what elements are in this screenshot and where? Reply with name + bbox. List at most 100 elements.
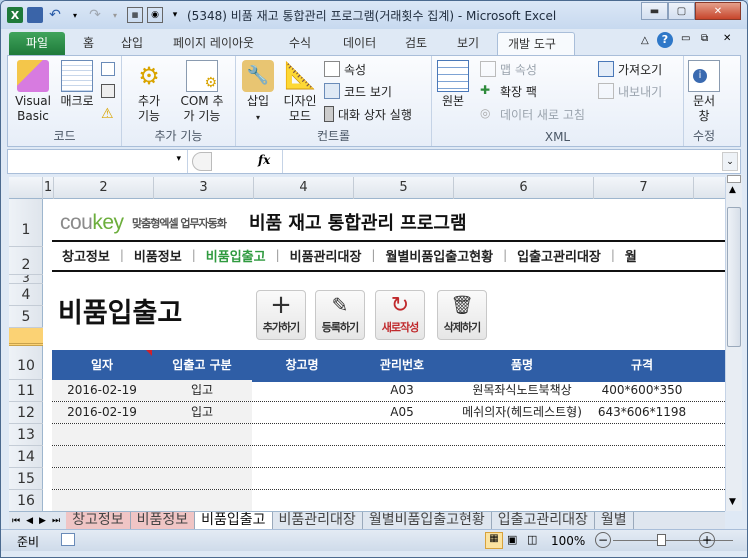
cell-inout-type[interactable] [152, 446, 252, 467]
cell-spec[interactable] [592, 490, 692, 511]
camera-icon[interactable]: ◉ [147, 7, 163, 23]
cell-spec[interactable]: 643*606*1198 [592, 402, 692, 423]
hidden-rows-marker[interactable] [9, 328, 43, 346]
expansion-packs-button[interactable]: ✚ 확장 팩 [480, 81, 537, 101]
column-header[interactable]: 2 [54, 177, 154, 199]
name-box-dropdown-icon[interactable]: ▾ [176, 154, 181, 164]
add-button[interactable]: + 추가하기 [256, 290, 306, 340]
undo-dropdown-icon[interactable]: ▾ [67, 7, 83, 23]
cell-warehouse[interactable] [252, 402, 352, 423]
nav-link-items[interactable]: 비품정보 [124, 246, 192, 265]
tab-file[interactable]: 파일 [9, 32, 65, 55]
nav-link-monthly-2[interactable]: 월 [615, 246, 647, 265]
cell-date[interactable]: 2016-02-19 [52, 380, 152, 401]
sheet-tab-monthly-2[interactable]: 월별 [595, 512, 634, 529]
tab-formulas[interactable]: 수식 [279, 32, 321, 55]
page-layout-view-icon[interactable]: ▣ [507, 533, 517, 546]
cell-warehouse[interactable] [252, 468, 352, 489]
zoom-slider-track[interactable] [613, 540, 733, 541]
undo-icon[interactable]: ↶ [47, 7, 63, 23]
cell-item-name[interactable] [452, 468, 592, 489]
run-dialog-button[interactable]: 대화 상자 실행 [324, 104, 412, 124]
cell-item-name[interactable] [452, 490, 592, 511]
normal-view-icon[interactable]: ▦ [485, 532, 503, 549]
cell-date[interactable] [52, 424, 152, 445]
name-box[interactable]: ▾ [8, 150, 188, 173]
minimize-button[interactable]: ▬ [641, 2, 668, 20]
map-properties-button[interactable]: 맵 속성 [480, 59, 537, 79]
column-header[interactable]: 7 [594, 177, 694, 199]
scroll-down-icon[interactable]: ▼ [729, 497, 736, 507]
com-addins-button[interactable]: ⚙ COM 추가 기능 [174, 60, 230, 124]
vertical-scrollbar[interactable]: ▲ ▼ [725, 175, 742, 511]
cell-date[interactable] [52, 490, 152, 511]
help-icon[interactable]: ? [657, 32, 673, 48]
row-header[interactable]: 16 [9, 490, 43, 511]
formula-input[interactable] [282, 150, 720, 173]
tab-page-layout[interactable]: 페이지 레이아웃 [163, 32, 264, 55]
cell-spec[interactable] [592, 446, 692, 467]
sheet-tab-warehouse[interactable]: 창고정보 [66, 512, 131, 529]
cell-spec[interactable] [592, 424, 692, 445]
cell-item-name[interactable] [452, 446, 592, 467]
macro-record-icon[interactable] [61, 533, 75, 546]
row-header[interactable]: 4 [9, 284, 43, 306]
cell-spec[interactable]: 400*600*350 [592, 380, 692, 401]
form-icon[interactable]: ▦ [127, 7, 143, 23]
comment-indicator[interactable] [146, 350, 152, 356]
cell-item-name[interactable] [452, 424, 592, 445]
nav-link-inout-ledger[interactable]: 입출고관리대장 [507, 246, 611, 265]
document-panel-button[interactable]: i 문서 창 [686, 60, 722, 124]
row-header[interactable]: 5 [9, 306, 43, 328]
sheet-tab-ledger[interactable]: 비품관리대장 [273, 512, 363, 529]
expand-formula-bar-icon[interactable]: ⌄ [722, 152, 738, 171]
tab-data[interactable]: 데이터 [333, 32, 386, 55]
column-header[interactable]: 3 [154, 177, 254, 199]
row-header[interactable]: 13 [9, 424, 43, 446]
column-header[interactable]: 1 [43, 177, 54, 199]
import-button[interactable]: 가져오기 [598, 59, 662, 79]
cell-code[interactable] [352, 424, 452, 445]
row-header[interactable]: 10 [9, 346, 43, 380]
workbook-minimize-icon[interactable]: ▭ [681, 33, 690, 44]
properties-button[interactable]: 속성 [324, 59, 366, 79]
new-entry-button[interactable]: ↻ 새로작성 [375, 290, 425, 340]
cell-date[interactable]: 2016-02-19 [52, 402, 152, 423]
xml-source-button[interactable]: 원본 [436, 60, 470, 109]
last-sheet-icon[interactable]: ⏭ [49, 516, 66, 526]
tab-review[interactable]: 검토 [395, 32, 437, 55]
column-header[interactable]: 5 [354, 177, 454, 199]
tab-home[interactable]: 홈 [73, 32, 104, 55]
restore-button[interactable]: ▢ [668, 2, 695, 20]
cell-item-name[interactable]: 메쉬의자(헤드레스트형) [452, 402, 592, 423]
cell-warehouse[interactable] [252, 490, 352, 511]
scroll-thumb[interactable] [727, 207, 741, 347]
row-header[interactable]: 11 [9, 380, 43, 402]
refresh-data-button[interactable]: ◎ 데이터 새로 고침 [480, 104, 585, 124]
cell-date[interactable] [52, 468, 152, 489]
row-header[interactable]: 1 [9, 199, 43, 247]
nav-link-ledger[interactable]: 비품관리대장 [280, 246, 372, 265]
select-all-corner[interactable] [9, 177, 43, 199]
cell-inout-type[interactable] [152, 490, 252, 511]
visual-basic-button[interactable]: Visual Basic [14, 60, 52, 124]
formula-bar-resize-handle[interactable] [192, 152, 212, 171]
redo-dropdown-icon[interactable]: ▾ [107, 7, 123, 23]
sheet-tab-inout-ledger[interactable]: 입출고관리대장 [492, 512, 595, 529]
cell-code[interactable] [352, 468, 452, 489]
cell-code[interactable] [352, 446, 452, 467]
cell-inout-type[interactable] [152, 424, 252, 445]
row-header[interactable]: 2 [9, 247, 43, 275]
cell-item-name[interactable]: 원목좌식노트북책상 [452, 380, 592, 401]
export-button[interactable]: 내보내기 [598, 81, 662, 101]
cell-warehouse[interactable] [252, 424, 352, 445]
save-icon[interactable] [27, 7, 43, 23]
cell-code[interactable]: A03 [352, 380, 452, 401]
close-button[interactable]: ✕ [695, 2, 741, 20]
tab-insert[interactable]: 삽입 [111, 32, 153, 55]
cell-code[interactable] [352, 490, 452, 511]
workbook-close-icon[interactable]: ✕ [723, 33, 731, 44]
design-mode-button[interactable]: 📐 디자인 모드 [280, 60, 320, 124]
view-code-button[interactable]: 코드 보기 [324, 81, 392, 101]
insert-function-icon[interactable]: fx [258, 153, 270, 167]
